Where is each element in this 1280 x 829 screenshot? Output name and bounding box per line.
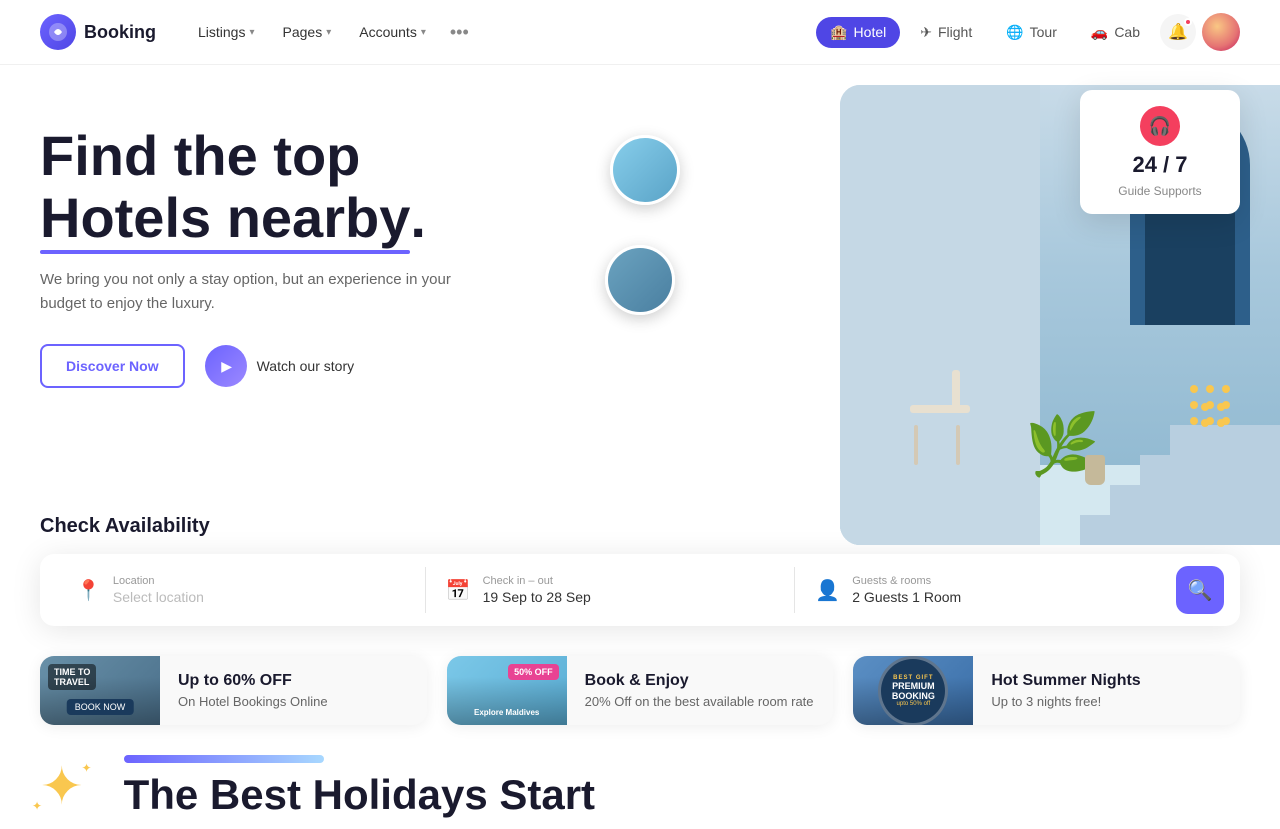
promo-card-1-image: TIME TOTRAVEL BOOK NOW: [40, 656, 160, 725]
watch-story-button[interactable]: ▶ Watch our story: [205, 345, 355, 387]
promo-card-1[interactable]: TIME TOTRAVEL BOOK NOW Up to 60% OFF On …: [40, 656, 427, 725]
hero-title-underlined: Hotels nearby: [40, 187, 410, 249]
logo-icon: [40, 14, 76, 50]
guests-label: Guests & rooms: [852, 575, 961, 587]
tab-cab[interactable]: 🚗 Cab: [1077, 17, 1154, 48]
search-button[interactable]: 🔍: [1176, 566, 1224, 614]
promo-card-2-content: Book & Enjoy 20% Off on the best availab…: [567, 656, 832, 725]
promo-card-2-subtitle: 20% Off on the best available room rate: [585, 694, 814, 709]
support-card: 🎧 24 / 7 Guide Supports: [1080, 90, 1240, 214]
promo-card-3[interactable]: BEST GIFT PREMIUMBOOKING upto 50% off Ho…: [853, 656, 1240, 725]
logo[interactable]: Booking: [40, 14, 156, 50]
avatar[interactable]: [1202, 13, 1240, 51]
hero-content: Find the top Hotels nearby. We bring you…: [40, 105, 640, 495]
promo-card-3-subtitle: Up to 3 nights free!: [991, 694, 1140, 709]
blue-bar-decoration: [124, 755, 324, 763]
location-field[interactable]: 📍 Location Select location: [56, 567, 426, 613]
best-holidays-title: The Best Holidays Start: [124, 771, 595, 819]
promo-2-tagline: Explore Maldives: [455, 708, 559, 717]
checkin-label: Check in – out: [483, 575, 591, 587]
play-button: ▶: [205, 345, 247, 387]
tab-hotel[interactable]: 🏨 Hotel: [816, 17, 900, 48]
guests-field[interactable]: 👤 Guests & rooms 2 Guests 1 Room: [795, 567, 1164, 613]
calendar-icon: 📅: [446, 578, 471, 603]
promo-card-1-subtitle: On Hotel Bookings Online: [178, 694, 328, 709]
flight-icon: ✈: [920, 24, 932, 41]
cab-icon: 🚗: [1091, 24, 1108, 41]
promo-2-badge: 50% OFF: [508, 664, 559, 680]
tour-icon: 🌐: [1006, 24, 1023, 41]
guests-icon: 👤: [815, 578, 840, 603]
promo-card-1-title: Up to 60% OFF: [178, 672, 328, 690]
notification-button[interactable]: 🔔: [1160, 14, 1196, 50]
watch-label: Watch our story: [257, 358, 355, 374]
nav-right: 🏨 Hotel ✈ Flight 🌐 Tour 🚗 Cab 🔔: [816, 13, 1240, 51]
chevron-down-icon: ▾: [421, 27, 426, 38]
hero-image-area: 🌿 🎧 24 / 7 Guide Supports: [640, 105, 1240, 495]
chair-decoration: [900, 385, 980, 465]
tab-flight[interactable]: ✈ Flight: [906, 17, 986, 48]
premium-badge: BEST GIFT PREMIUMBOOKING upto 50% off: [878, 656, 948, 725]
bottom-section: ✦ ✦ ✦ The Best Holidays Start: [0, 745, 1280, 829]
nav-accounts[interactable]: Accounts ▾: [347, 16, 438, 48]
avatar-image: [1202, 13, 1240, 51]
location-label: Location: [113, 575, 204, 587]
support-icon: 🎧: [1140, 106, 1180, 146]
support-availability: 24 / 7: [1132, 152, 1187, 178]
dots-decoration-2: [1201, 403, 1225, 435]
more-options-button[interactable]: •••: [442, 18, 477, 47]
nav-pages[interactable]: Pages ▾: [271, 16, 344, 48]
location-icon: 📍: [76, 578, 101, 603]
hero-actions: Discover Now ▶ Watch our story: [40, 344, 640, 388]
search-bar: 📍 Location Select location 📅 Check in – …: [40, 554, 1240, 626]
hero-section: Find the top Hotels nearby. We bring you…: [0, 65, 1280, 495]
hero-description: We bring you not only a stay option, but…: [40, 268, 480, 316]
play-icon: ▶: [221, 358, 232, 375]
promo-card-2-title: Book & Enjoy: [585, 672, 814, 690]
promo-card-1-content: Up to 60% OFF On Hotel Bookings Online: [160, 656, 346, 725]
promo-1-badge: TIME TOTRAVEL: [48, 664, 96, 690]
nav-links: Listings ▾ Pages ▾ Accounts ▾ •••: [186, 16, 816, 48]
checkin-value: 19 Sep to 28 Sep: [483, 589, 591, 605]
brand-name: Booking: [84, 22, 156, 43]
location-input[interactable]: Select location: [113, 589, 204, 605]
navbar: Booking Listings ▾ Pages ▾ Accounts ▾ ••…: [0, 0, 1280, 65]
hero-title: Find the top Hotels nearby.: [40, 125, 640, 248]
promo-section: TIME TOTRAVEL BOOK NOW Up to 60% OFF On …: [0, 626, 1280, 745]
promo-card-2[interactable]: 50% OFF Explore Maldives Book & Enjoy 20…: [447, 656, 834, 725]
nav-listings[interactable]: Listings ▾: [186, 16, 267, 48]
chevron-down-icon: ▾: [326, 27, 331, 38]
promo-card-3-image: BEST GIFT PREMIUMBOOKING upto 50% off: [853, 656, 973, 725]
promo-1-cta: BOOK NOW: [67, 699, 134, 715]
hotel-icon: 🏨: [830, 24, 847, 41]
promo-card-3-content: Hot Summer Nights Up to 3 nights free!: [973, 656, 1158, 725]
guests-value: 2 Guests 1 Room: [852, 589, 961, 605]
star-decoration: ✦ ✦ ✦: [40, 761, 84, 813]
promo-card-3-title: Hot Summer Nights: [991, 672, 1140, 690]
chevron-down-icon: ▾: [249, 27, 254, 38]
discover-now-button[interactable]: Discover Now: [40, 344, 185, 388]
promo-card-2-image: 50% OFF Explore Maldives: [447, 656, 567, 725]
notification-badge: [1184, 18, 1192, 26]
support-label: Guide Supports: [1118, 184, 1201, 198]
bottom-content: The Best Holidays Start: [124, 755, 595, 819]
stairs-decoration: [1080, 365, 1280, 545]
checkin-field[interactable]: 📅 Check in – out 19 Sep to 28 Sep: [426, 567, 796, 613]
tab-tour[interactable]: 🌐 Tour: [992, 17, 1071, 48]
